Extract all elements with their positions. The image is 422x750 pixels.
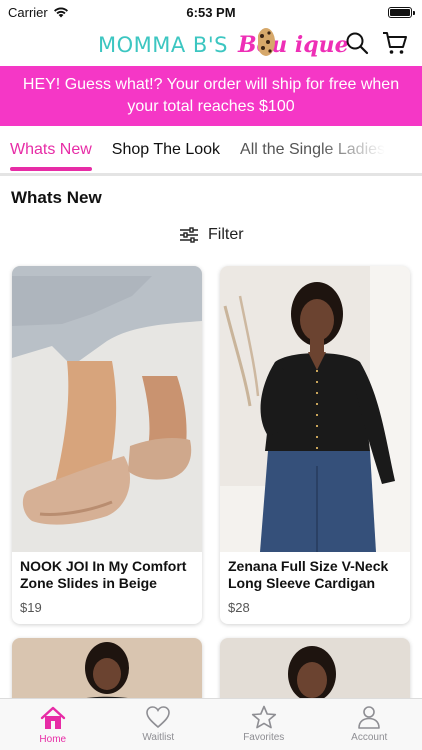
star-icon: [251, 705, 276, 729]
product-price: $19: [20, 600, 42, 615]
free-shipping-banner: HEY! Guess what!? Your order will ship f…: [0, 66, 422, 126]
bottom-tab-bar: Home Waitlist Favorites Account: [0, 698, 422, 750]
product-info: Zenana Full Size V-Neck Long Sleeve Card…: [220, 552, 410, 624]
tab-shop-the-look[interactable]: Shop The Look: [112, 126, 220, 173]
cart-icon[interactable]: [382, 30, 408, 56]
tabbar-label-account: Account: [351, 732, 388, 743]
tabbar-item-home[interactable]: Home: [0, 699, 106, 750]
battery-icon: [388, 6, 415, 18]
brand-logo[interactable]: MOMMA B'S Bou ique: [98, 28, 349, 62]
search-icon[interactable]: [344, 30, 370, 56]
home-icon: [40, 706, 65, 729]
filter-label: Filter: [208, 226, 244, 243]
tabbar-item-waitlist[interactable]: Waitlist: [106, 699, 212, 750]
header-actions: [344, 30, 408, 56]
section-title: Whats New: [11, 188, 102, 207]
carrier-label: Carrier: [8, 4, 48, 20]
tabbar-item-favorites[interactable]: Favorites: [211, 699, 317, 750]
status-left: Carrier: [8, 5, 69, 20]
product-card[interactable]: Zenana Full Size V-Neck Long Sleeve Card…: [220, 266, 410, 624]
product-image: [12, 266, 202, 552]
product-image: [220, 266, 410, 552]
product-price: $28: [228, 600, 250, 615]
product-card[interactable]: NOOK JOI In My Comfort Zone Slides in Be…: [12, 266, 202, 624]
tabbar-label-favorites: Favorites: [243, 732, 285, 743]
heart-icon: [146, 706, 171, 729]
category-tabs: Whats New Shop The Look All the Single L…: [0, 126, 422, 176]
logo-text-momma: MOMMA B'S: [98, 33, 228, 57]
tabbar-label-waitlist: Waitlist: [142, 732, 175, 743]
tabbar-item-account[interactable]: Account: [317, 699, 422, 750]
product-info: NOOK JOI In My Comfort Zone Slides in Be…: [12, 552, 202, 624]
filter-sliders-icon: [180, 227, 198, 243]
status-bar: Carrier 6:53 PM: [0, 0, 422, 24]
filter-button[interactable]: Filter: [179, 226, 244, 244]
tab-whats-new[interactable]: Whats New: [10, 126, 92, 173]
product-name: NOOK JOI In My Comfort Zone Slides in Be…: [20, 558, 187, 591]
tabbar-label-home: Home: [39, 734, 67, 745]
app-header: MOMMA B'S Bou ique: [0, 24, 422, 66]
wifi-icon: [53, 7, 68, 18]
tab-all-the-single-ladies[interactable]: All the Single Ladies: [240, 126, 385, 173]
product-name: Zenana Full Size V-Neck Long Sleeve Card…: [228, 558, 389, 591]
person-icon: [358, 706, 381, 729]
